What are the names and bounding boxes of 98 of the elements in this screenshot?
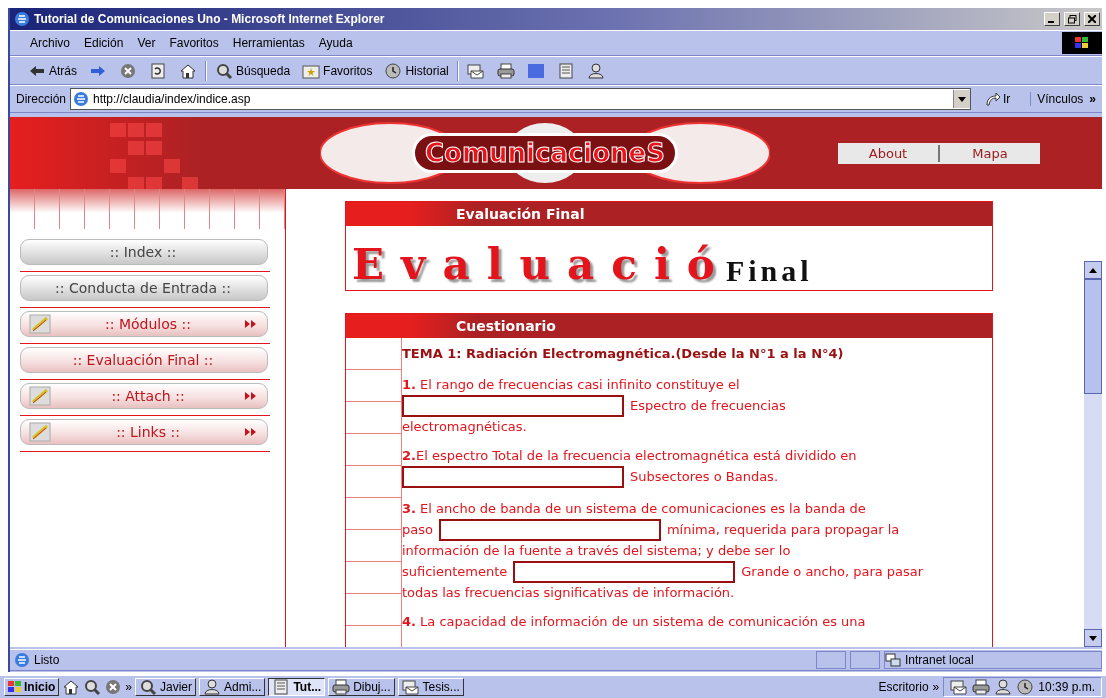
question-text: electromagnéticas. <box>402 418 527 436</box>
question-text: Subsectores o Bandas. <box>630 468 778 486</box>
menu-item[interactable]: Ver <box>131 34 162 52</box>
taskbar-button[interactable]: Admi... <box>199 678 266 696</box>
tray-icon <box>972 679 991 695</box>
window-icon <box>332 679 351 695</box>
more-button[interactable]: » <box>125 680 133 694</box>
status-pane <box>850 651 880 669</box>
question-text: 1. El rango de frecuencias casi infinito constituye el <box>402 376 740 394</box>
zone-label: Intranet local <box>905 653 974 667</box>
windows-logo-icon <box>8 681 22 693</box>
tray-icon <box>1016 679 1035 695</box>
question-text: 4. La capacidad de información de un sistema de comunicación es una <box>402 613 866 631</box>
answer-field[interactable] <box>402 466 624 488</box>
panel-header: Evaluación Final <box>346 202 992 226</box>
window-icon <box>272 679 291 695</box>
question-text: mínima, requerida para propagar la <box>666 521 900 539</box>
question-text: 2.El espectro Total de la frecuencia electromagnética está dividido en <box>402 447 857 465</box>
toolbar-button[interactable]: Historial <box>380 60 453 81</box>
question-text: paso <box>402 521 433 539</box>
nav-button[interactable]: :: Index :: <box>20 239 268 265</box>
tray-icon <box>994 679 1013 695</box>
close-icon <box>1088 15 1096 23</box>
tray-icon <box>950 679 969 695</box>
scroll-down-button[interactable] <box>1084 629 1102 647</box>
scrollbar-thumb[interactable] <box>1084 279 1102 394</box>
taskbar-button[interactable]: Tut... <box>268 678 326 696</box>
document-icon <box>556 62 575 79</box>
answer-field[interactable] <box>438 519 661 541</box>
search-icon <box>215 62 233 79</box>
stop-icon <box>119 62 137 79</box>
window-icon <box>139 679 158 695</box>
up-caret-icon <box>1089 267 1097 273</box>
toolbar-button[interactable]: Atrás <box>24 60 81 81</box>
menu-item[interactable]: Favoritos <box>163 34 225 52</box>
pencil-icon <box>29 422 51 442</box>
pencil-icon <box>29 386 51 406</box>
panel-header: Cuestionario <box>346 314 992 338</box>
header-link[interactable]: About <box>838 145 938 161</box>
nav-button[interactable]: :: Evaluación Final :: <box>20 347 268 373</box>
scroll-up-button[interactable] <box>1084 261 1102 279</box>
nav-button[interactable]: :: Attach :: <box>20 383 268 409</box>
question-text: 3. El ancho de banda de un sistema de comunicaciones es la banda de <box>402 500 866 518</box>
minimize-button[interactable] <box>1044 12 1060 26</box>
toolbar-button[interactable]: Búsqueda <box>211 60 295 81</box>
restore-icon <box>1067 14 1077 24</box>
question-text: Espectro de frecuencias <box>630 397 786 415</box>
taskbar-button[interactable]: Dibuj... <box>328 678 395 696</box>
toolbar-button[interactable]: Favoritos <box>298 60 377 81</box>
menu-item[interactable]: Herramientas <box>226 34 311 52</box>
nav-button[interactable]: :: Módulos :: <box>20 311 268 337</box>
square-icon <box>526 62 545 79</box>
window-icon <box>203 679 222 695</box>
answer-field[interactable] <box>402 395 624 417</box>
go-button[interactable]: Ir <box>974 92 1027 106</box>
star-folder-icon <box>302 62 321 79</box>
menu-item[interactable]: Edición <box>78 34 130 52</box>
double-arrow-icon <box>245 428 257 436</box>
refresh-icon <box>149 62 167 79</box>
status-text: Listo <box>34 653 61 667</box>
home-icon <box>179 62 197 79</box>
start-button[interactable]: Inicio <box>4 678 60 696</box>
address-label: Dirección <box>16 92 66 106</box>
header-link[interactable]: Mapa <box>940 145 1040 161</box>
window-title: Tutorial de Comunicaciones Uno - Microsoft Internet Explorer <box>34 12 386 26</box>
taskbar-button[interactable]: Tesis... <box>397 678 464 696</box>
question-text: Grande o ancho, para pasar <box>741 563 924 581</box>
taskbar-button[interactable]: Javier <box>135 678 197 696</box>
printer-icon <box>496 62 515 79</box>
clock: 10:39 p.m. <box>1038 680 1095 694</box>
double-arrow-icon <box>245 392 257 400</box>
network-icon <box>885 653 901 667</box>
links-toolbar-button[interactable]: Vínculos » <box>1030 92 1102 106</box>
pixel-pattern-icon <box>10 117 200 189</box>
more-button[interactable]: » <box>932 680 940 694</box>
status-pane <box>816 651 846 669</box>
desktop-toolbar[interactable]: Escritorio <box>878 680 929 694</box>
question-text: suficientemente <box>402 563 508 581</box>
restore-button[interactable] <box>1064 12 1080 26</box>
window-icon <box>401 679 420 695</box>
topic-heading: TEMA 1: Radiación Electromagnética.(Desde la N°1 a la N°4) <box>402 345 845 363</box>
menu-item[interactable]: Ayuda <box>312 34 359 52</box>
nav-button[interactable]: :: Links :: <box>20 419 268 445</box>
nav-button[interactable]: :: Conducta de Entrada :: <box>20 275 268 301</box>
double-arrow-icon <box>245 320 257 328</box>
person-icon <box>586 62 605 79</box>
question-text: información de la fuente a través del sistema; y debe ser lo <box>402 542 791 560</box>
down-caret-icon <box>1089 635 1097 641</box>
curved-arrow-icon <box>984 92 1001 106</box>
address-field[interactable]: http://claudia/index/indice.asp <box>70 88 971 110</box>
close-button[interactable] <box>1084 12 1100 26</box>
windows-logo-icon <box>1062 32 1102 54</box>
answer-field[interactable] <box>513 561 736 583</box>
mail-icon <box>466 62 485 79</box>
pencil-icon <box>29 314 51 334</box>
question-text: todas las frecuencias significativas de información. <box>402 584 735 602</box>
clock-icon <box>384 62 403 79</box>
menu-item[interactable]: Archivo <box>24 34 76 52</box>
